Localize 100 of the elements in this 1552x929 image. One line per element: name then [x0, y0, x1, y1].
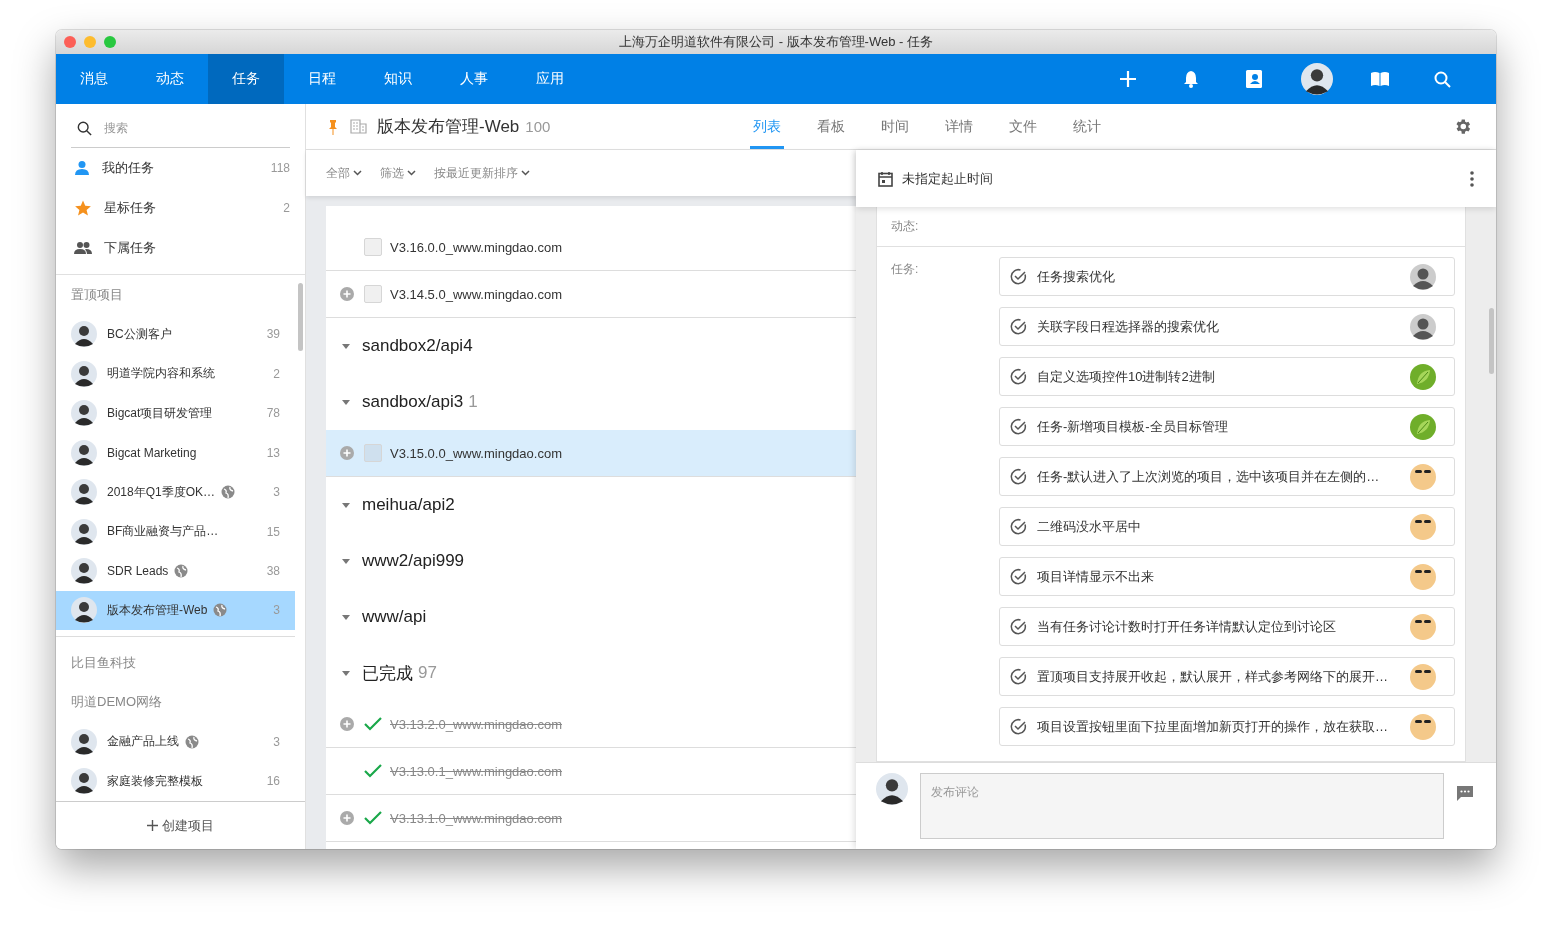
group-count: 97	[418, 663, 437, 683]
group-header[interactable]: www2/api999	[326, 533, 856, 589]
group-header[interactable]: sandbox/api3 1	[326, 374, 856, 430]
nav-tab[interactable]: 任务	[208, 54, 284, 104]
chevron-down-icon	[521, 170, 530, 176]
linked-task-card[interactable]: 任务-默认进入了上次浏览的项目，选中该项目并在左侧的…	[999, 457, 1455, 496]
book-icon[interactable]	[1369, 71, 1390, 87]
project-item[interactable]: 家庭装修完整模板 16	[56, 761, 295, 801]
group-header[interactable]: sandbox2/api4	[326, 318, 856, 374]
caret-icon[interactable]	[342, 502, 350, 508]
check-circle-icon	[1010, 518, 1027, 535]
project-item[interactable]: Bigcat Marketing 13	[56, 432, 295, 473]
linked-task-card[interactable]: 自定义选项控件10进制转2进制	[999, 357, 1455, 396]
project-item[interactable]: 2018年Q1季度OK… 3	[56, 472, 295, 512]
group-header[interactable]: meihua/api2	[326, 477, 856, 533]
checkmark-icon[interactable]	[364, 717, 382, 731]
task-title: V3.13.0.1_www.mingdao.com	[390, 763, 562, 779]
group-header[interactable]: 明道DEMO网络	[56, 682, 305, 723]
activity-label: 动态:	[891, 218, 919, 235]
checkmark-icon[interactable]	[364, 764, 382, 778]
count: 13	[266, 445, 280, 460]
view-tab[interactable]: 看板	[814, 104, 849, 149]
linked-task-card[interactable]: 二维码没水平居中	[999, 507, 1455, 546]
project-item[interactable]: 版本发布管理-Web 3	[56, 590, 295, 631]
close-button[interactable]	[64, 36, 76, 48]
checkmark-icon[interactable]	[364, 811, 382, 825]
linked-task-card[interactable]: 任务-新增项目模板-全员目标管理	[999, 407, 1455, 446]
caret-icon[interactable]	[342, 343, 350, 349]
nav-tab[interactable]: 消息	[56, 54, 132, 104]
checkbox[interactable]	[364, 285, 382, 303]
avatar	[71, 597, 97, 624]
group-header[interactable]: www/api	[326, 589, 856, 645]
scrollbar[interactable]	[298, 283, 303, 351]
nav-tab[interactable]: 日程	[284, 54, 360, 104]
bell-icon[interactable]	[1182, 70, 1199, 88]
plus-icon[interactable]	[1118, 70, 1137, 88]
avatar	[71, 728, 97, 755]
group-header[interactable]: 比目鱼科技	[56, 643, 305, 683]
expand-plus-icon[interactable]	[340, 287, 354, 301]
comment-icon[interactable]	[1456, 785, 1474, 802]
project-item[interactable]: BC公测客户 39	[56, 314, 295, 354]
view-tab[interactable]: 时间	[878, 104, 913, 149]
nav-tab[interactable]: 人事	[436, 54, 512, 104]
caret-icon[interactable]	[342, 670, 350, 676]
group-title: www/api	[362, 607, 427, 627]
nav-tab[interactable]: 应用	[512, 54, 588, 104]
pin-icon[interactable]	[328, 118, 338, 135]
caret-icon[interactable]	[342, 399, 350, 405]
count: 3	[273, 485, 280, 500]
view-tab[interactable]: 统计	[1070, 104, 1105, 149]
count: 3	[273, 603, 280, 618]
more-icon[interactable]	[1470, 170, 1474, 187]
cartoon-avatar	[1410, 513, 1436, 540]
linked-task-card[interactable]: 任务搜索优化	[999, 257, 1455, 296]
linked-task-card[interactable]: 项目详情显示不出来	[999, 557, 1455, 596]
project-item[interactable]: 金融产品上线 3	[56, 722, 295, 762]
expand-plus-icon[interactable]	[340, 717, 354, 731]
sidebar-item[interactable]: 下属任务	[56, 228, 305, 268]
linked-task-card[interactable]: 当有任务讨论计数时打开任务详情默认定位到讨论区	[999, 607, 1455, 646]
avatar	[71, 768, 97, 795]
checkbox[interactable]	[364, 444, 382, 462]
calendar-icon[interactable]	[878, 170, 893, 187]
nav-tab[interactable]: 知识	[360, 54, 436, 104]
search-icon[interactable]	[1434, 70, 1451, 88]
linked-task-card[interactable]: 项目设置按钮里面下拉里面增加新页打开的操作，放在获取…	[999, 707, 1455, 746]
comment-field[interactable]: 发布评论	[920, 773, 1444, 839]
project-item[interactable]: SDR Leads 38	[56, 551, 295, 591]
filter-dropdown[interactable]: 筛选	[380, 164, 416, 182]
check-circle-icon	[1010, 668, 1027, 685]
project-item[interactable]: Bigcat项目研发管理 78	[56, 393, 295, 433]
zoom-button[interactable]	[104, 36, 116, 48]
linked-task-card[interactable]: 置顶项目支持展开收起，默认展开，样式参考网络下的展开…	[999, 657, 1455, 696]
person-icon	[74, 160, 90, 176]
checkbox[interactable]	[364, 238, 382, 256]
date-range[interactable]: 未指定起止时间	[902, 169, 993, 188]
check-circle-icon	[1010, 718, 1027, 735]
project-item[interactable]: 明道学院内容和系统 2	[56, 353, 295, 394]
caret-icon[interactable]	[342, 558, 350, 564]
group-header[interactable]: 已完成 97	[326, 645, 856, 701]
view-tab[interactable]: 文件	[1006, 104, 1041, 149]
count: 16	[266, 774, 280, 789]
caret-icon[interactable]	[342, 614, 350, 620]
filter-dropdown[interactable]: 全部	[326, 164, 362, 182]
scrollbar[interactable]	[1489, 308, 1494, 374]
expand-plus-icon[interactable]	[340, 811, 354, 825]
project-item[interactable]: BF商业融资与产品… 15	[56, 511, 295, 552]
expand-plus-icon[interactable]	[340, 446, 354, 460]
filter-dropdown[interactable]: 按最近更新排序	[434, 164, 530, 182]
avatar	[1410, 263, 1436, 290]
task-row[interactable]: V3.15.0.0_www.mingdao.com	[326, 430, 856, 477]
view-tab[interactable]: 详情	[942, 104, 977, 149]
linked-task-card[interactable]: 关联字段日程选择器的搜索优化	[999, 307, 1455, 346]
sidebar-item[interactable]: 我的任务 118	[56, 148, 305, 188]
user-avatar	[1300, 63, 1333, 95]
search-icon	[77, 121, 92, 136]
avatar	[71, 400, 97, 427]
nav-tab[interactable]: 动态	[132, 54, 208, 104]
create-project-button[interactable]: 创建项目	[56, 801, 305, 849]
contacts-icon[interactable]	[1244, 69, 1263, 89]
sidebar-item[interactable]: 星标任务 2	[56, 188, 305, 228]
